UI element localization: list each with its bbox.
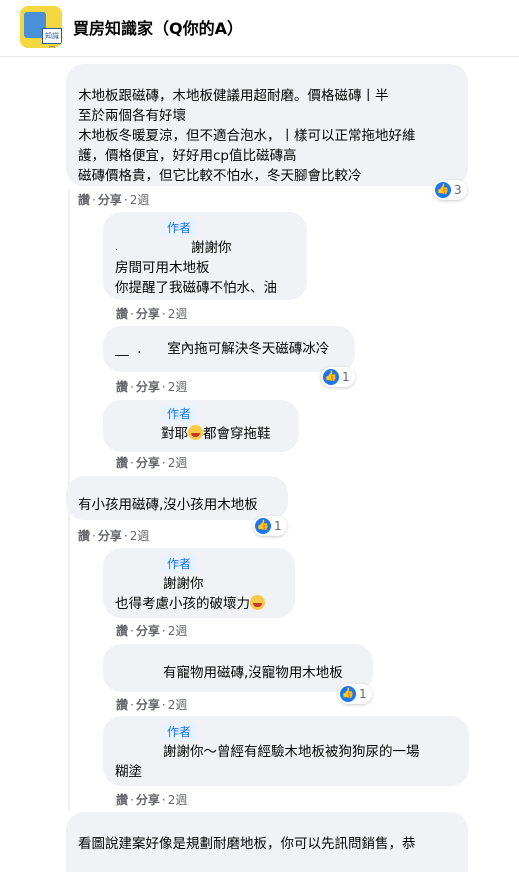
comment-text: 至於兩個各有好壞 — [78, 108, 186, 124]
comment-bubble: 作者 謝謝你～曾經有經驗木地板被狗狗尿的一場 糊塗 — [103, 716, 469, 786]
share-link[interactable]: 分享 — [136, 624, 160, 638]
comment-text: 也得考慮小孩的破壞力 — [115, 596, 250, 612]
comment-text: 看圖說建案好像是規劃耐磨地板，你可以先訊問銷售，恭 — [78, 836, 416, 852]
reaction-count[interactable]: 👍 3 — [433, 180, 467, 200]
like-link[interactable]: 讚 — [116, 793, 128, 807]
comment-actions: 讚 · 分享 · 2週 — [78, 529, 150, 543]
comment-actions: 讚 · 分享 · 2週 — [78, 193, 150, 207]
comment-bubble: 有寵物用磁磚,沒寵物用木地板 — [103, 644, 373, 692]
comment-text: 謝謝你 — [191, 240, 232, 256]
comment-text: 謝謝你～曾經有經驗木地板被狗狗尿的一場 — [163, 744, 420, 760]
comment-text: 有寵物用磁磚,沒寵物用木地板 — [163, 665, 343, 681]
share-link[interactable]: 分享 — [98, 193, 122, 207]
like-link[interactable]: 讚 — [116, 624, 128, 638]
redacted-name: . — [115, 243, 118, 253]
comment-actions: 讚 · 分享 · 2週 — [116, 456, 188, 470]
comment-text: 室內拖可解決冬天磁磚冰冷 — [167, 341, 330, 357]
timestamp[interactable]: 2週 — [168, 380, 188, 394]
comment-bubble: __ . 室內拖可解決冬天磁磚冰冷 — [103, 326, 355, 372]
laughing-emoji-icon — [188, 425, 203, 440]
like-link[interactable]: 讚 — [116, 307, 128, 321]
comment-text: 磁磚價格貴，但它比較不怕水，冬天腳會比較冷 — [78, 168, 362, 184]
like-link[interactable]: 讚 — [78, 529, 90, 543]
author-badge: 作者 — [161, 219, 198, 237]
comment-actions: 讚 · 分享 · 2週 — [116, 793, 188, 807]
comment-actions: 讚 · 分享 · 2週 — [116, 624, 188, 638]
like-icon: 👍 — [435, 182, 451, 198]
grinning-emoji-icon — [250, 595, 265, 610]
comment-text: 都會穿拖鞋 — [203, 426, 271, 442]
comment-bubble: 作者 謝謝你 也得考慮小孩的破壞力 — [103, 548, 295, 618]
like-link[interactable]: 讚 — [116, 380, 128, 394]
comment-text: 謝謝你 — [163, 576, 204, 592]
author-badge: 作者 — [161, 555, 198, 573]
comment-actions: 讚 · 分享 · 2週 — [116, 307, 188, 321]
group-title[interactable]: 買房知識家（Q你的A） — [73, 15, 243, 39]
reaction-count[interactable]: 👍 1 — [338, 684, 372, 704]
group-logo[interactable]: 知識家 — [20, 6, 62, 48]
share-link[interactable]: 分享 — [136, 380, 160, 394]
comment-text: 房間可用木地板 — [115, 260, 210, 276]
timestamp[interactable]: 2週 — [130, 193, 150, 207]
comment-actions: 讚 · 分享 · 2週 — [116, 380, 188, 394]
logo-tag: 知識家 — [42, 28, 62, 48]
comment-text: 你提醒了我磁磚不怕水、油 — [115, 280, 277, 296]
reaction-count[interactable]: 👍 1 — [321, 367, 355, 387]
share-link[interactable]: 分享 — [136, 307, 160, 321]
like-icon: 👍 — [323, 369, 339, 385]
comment-text: 有小孩用磁磚,沒小孩用木地板 — [78, 497, 258, 513]
comment-actions: 讚 · 分享 · 2週 — [116, 698, 188, 712]
comment-text: 木地板冬暖夏涼，但不適合泡水，丨樣可以正常拖地好維 — [78, 128, 416, 144]
timestamp[interactable]: 2週 — [168, 307, 188, 321]
timestamp[interactable]: 2週 — [168, 456, 188, 470]
like-icon: 👍 — [255, 518, 271, 534]
share-link[interactable]: 分享 — [136, 698, 160, 712]
timestamp[interactable]: 2週 — [168, 624, 188, 638]
comment-text: 糊塗 — [115, 764, 142, 780]
like-link[interactable]: 讚 — [78, 193, 90, 207]
comment-bubble: 木地板跟磁磚，木地板健議用超耐磨。價格磁磚丨半 至於兩個各有好壞 木地板冬暖夏涼… — [66, 64, 468, 186]
share-link[interactable]: 分享 — [136, 793, 160, 807]
share-link[interactable]: 分享 — [136, 456, 160, 470]
author-badge: 作者 — [161, 405, 198, 423]
comment-text: 木地板跟磁磚，木地板健議用超耐磨。價格磁磚丨半 — [78, 88, 389, 104]
reaction-count[interactable]: 👍 1 — [253, 516, 287, 536]
comment-text: 護，價格便宜，好好用cp值比磁磚高 — [78, 148, 297, 164]
like-link[interactable]: 讚 — [116, 698, 128, 712]
comment-bubble: 作者 . 謝謝你 房間可用木地板 你提醒了我磁磚不怕水、油 — [103, 212, 307, 300]
comment-bubble: 作者 對耶 都會穿拖鞋 — [103, 400, 299, 452]
timestamp[interactable]: 2週 — [168, 698, 188, 712]
comment-bubble: 有小孩用磁磚,沒小孩用木地板 — [66, 476, 288, 520]
like-icon: 👍 — [340, 686, 356, 702]
redacted-name: __ . — [115, 341, 142, 357]
like-link[interactable]: 讚 — [116, 456, 128, 470]
share-link[interactable]: 分享 — [98, 529, 122, 543]
timestamp[interactable]: 2週 — [168, 793, 188, 807]
group-header: 知識家 買房知識家（Q你的A） — [0, 0, 519, 57]
author-badge: 作者 — [161, 723, 198, 741]
comment-text: 對耶 — [161, 426, 188, 442]
timestamp[interactable]: 2週 — [130, 529, 150, 543]
comment-bubble: 看圖說建案好像是規劃耐磨地板，你可以先訊問銷售，恭 — [66, 812, 468, 872]
